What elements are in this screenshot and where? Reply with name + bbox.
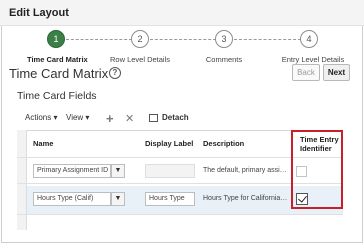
name-select[interactable]: Primary Assignment ID	[33, 164, 111, 178]
column-header-description[interactable]: Description	[203, 139, 244, 148]
train-step-4[interactable]: 4	[300, 30, 318, 48]
detach-icon[interactable]	[149, 114, 158, 122]
display-label-input[interactable]	[145, 164, 195, 178]
chevron-down-icon[interactable]: ▼	[111, 164, 125, 178]
back-button[interactable]: Back	[292, 64, 320, 81]
train-step-label-1[interactable]: Time Card Matrix	[27, 55, 88, 64]
highlight-annotation	[291, 130, 343, 209]
train-step-3[interactable]: 3	[215, 30, 233, 48]
column-header-name[interactable]: Name	[33, 139, 53, 148]
train-step-1[interactable]: 1	[47, 30, 65, 48]
description-text: The default, primary assi…	[203, 167, 287, 174]
train-connector	[234, 39, 301, 40]
add-icon[interactable]: +	[106, 111, 114, 126]
train-step-label-4[interactable]: Entry Level Details	[278, 55, 348, 64]
train-step-2[interactable]: 2	[131, 30, 149, 48]
delete-icon[interactable]: ✕	[125, 112, 134, 125]
chevron-down-icon[interactable]: ▼	[111, 192, 125, 206]
row-header-column	[17, 130, 27, 230]
next-button[interactable]: Next	[323, 64, 350, 81]
display-label-input[interactable]: Hours Type	[145, 192, 195, 206]
train-step-label-2[interactable]: Row Level Details	[108, 55, 172, 64]
section-title: Time Card Fields	[17, 90, 97, 102]
dialog-header: Edit Layout	[0, 0, 364, 26]
column-header-display-label[interactable]: Display Label	[145, 139, 193, 148]
help-icon[interactable]: ?	[109, 67, 121, 79]
train-connector	[150, 39, 216, 40]
actions-menu[interactable]: Actions ▾	[25, 113, 57, 122]
row-divider	[17, 214, 343, 215]
description-text: Hours Type for California…	[203, 195, 288, 202]
grid-toolbar: Actions ▾ View ▾ + ✕ Detach	[0, 110, 364, 128]
train-connector	[66, 39, 132, 40]
view-menu[interactable]: View ▾	[66, 113, 89, 122]
name-select[interactable]: Hours Type (Calif)	[33, 192, 111, 206]
detach-button[interactable]: Detach	[162, 113, 189, 122]
dialog-title: Edit Layout	[9, 7, 69, 19]
train-step-label-3[interactable]: Comments	[200, 55, 248, 64]
page-title: Time Card Matrix	[9, 66, 109, 81]
